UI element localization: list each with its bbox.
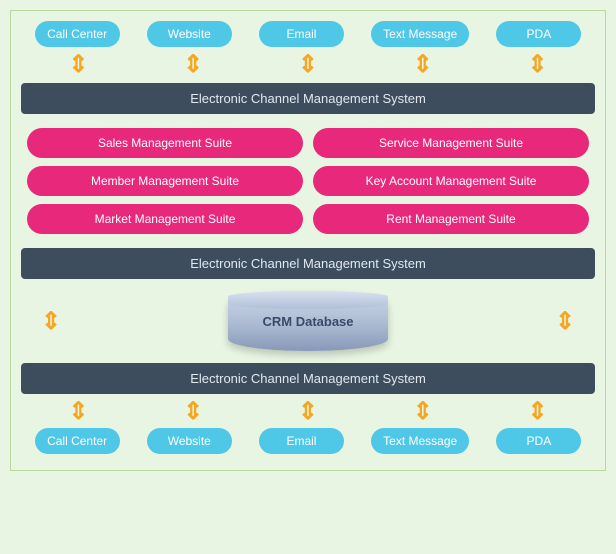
arrow-b3: ⇕ [265,400,350,424]
suites-left-col: Sales Management Suite Member Management… [27,128,303,234]
crm-label: CRM Database [262,314,353,329]
suites-area: Sales Management Suite Member Management… [21,120,595,242]
top-arrows: ⇕ ⇕ ⇕ ⇕ ⇕ [21,53,595,77]
text-message-bottom-btn[interactable]: Text Message [371,428,469,454]
banner-1: Electronic Channel Management System [21,83,595,114]
rent-mgmt-btn[interactable]: Rent Management Suite [313,204,589,234]
left-arrow: ⇕ [31,307,71,336]
banner-3: Electronic Channel Management System [21,363,595,394]
pda-bottom-btn[interactable]: PDA [496,428,581,454]
arrow-b4: ⇕ [380,400,465,424]
banner-2: Electronic Channel Management System [21,248,595,279]
text-message-top-btn[interactable]: Text Message [371,21,469,47]
arrow-b2: ⇕ [151,400,236,424]
call-center-top-btn[interactable]: Call Center [35,21,120,47]
member-mgmt-btn[interactable]: Member Management Suite [27,166,303,196]
pda-top-btn[interactable]: PDA [496,21,581,47]
arrow-b1: ⇕ [36,400,121,424]
suites-right-col: Service Management Suite Key Account Man… [313,128,589,234]
top-channel-row: Call Center Website Email Text Message P… [21,21,595,47]
sales-mgmt-btn[interactable]: Sales Management Suite [27,128,303,158]
website-top-btn[interactable]: Website [147,21,232,47]
arrow-b5: ⇕ [495,400,580,424]
right-arrow: ⇕ [545,307,585,336]
arrow-3: ⇕ [265,53,350,77]
bottom-arrows: ⇕ ⇕ ⇕ ⇕ ⇕ [21,400,595,424]
middle-section: ⇕ CRM Database ⇕ [21,285,595,357]
call-center-bottom-btn[interactable]: Call Center [35,428,120,454]
main-container: Call Center Website Email Text Message P… [10,10,606,471]
arrow-1: ⇕ [36,53,121,77]
arrow-5: ⇕ [495,53,580,77]
crm-database: CRM Database [228,291,388,351]
crm-container: CRM Database [71,291,545,351]
arrow-2: ⇕ [151,53,236,77]
email-bottom-btn[interactable]: Email [259,428,344,454]
arrow-4: ⇕ [380,53,465,77]
key-account-mgmt-btn[interactable]: Key Account Management Suite [313,166,589,196]
bottom-channel-row: Call Center Website Email Text Message P… [21,428,595,454]
service-mgmt-btn[interactable]: Service Management Suite [313,128,589,158]
website-bottom-btn[interactable]: Website [147,428,232,454]
market-mgmt-btn[interactable]: Market Management Suite [27,204,303,234]
email-top-btn[interactable]: Email [259,21,344,47]
